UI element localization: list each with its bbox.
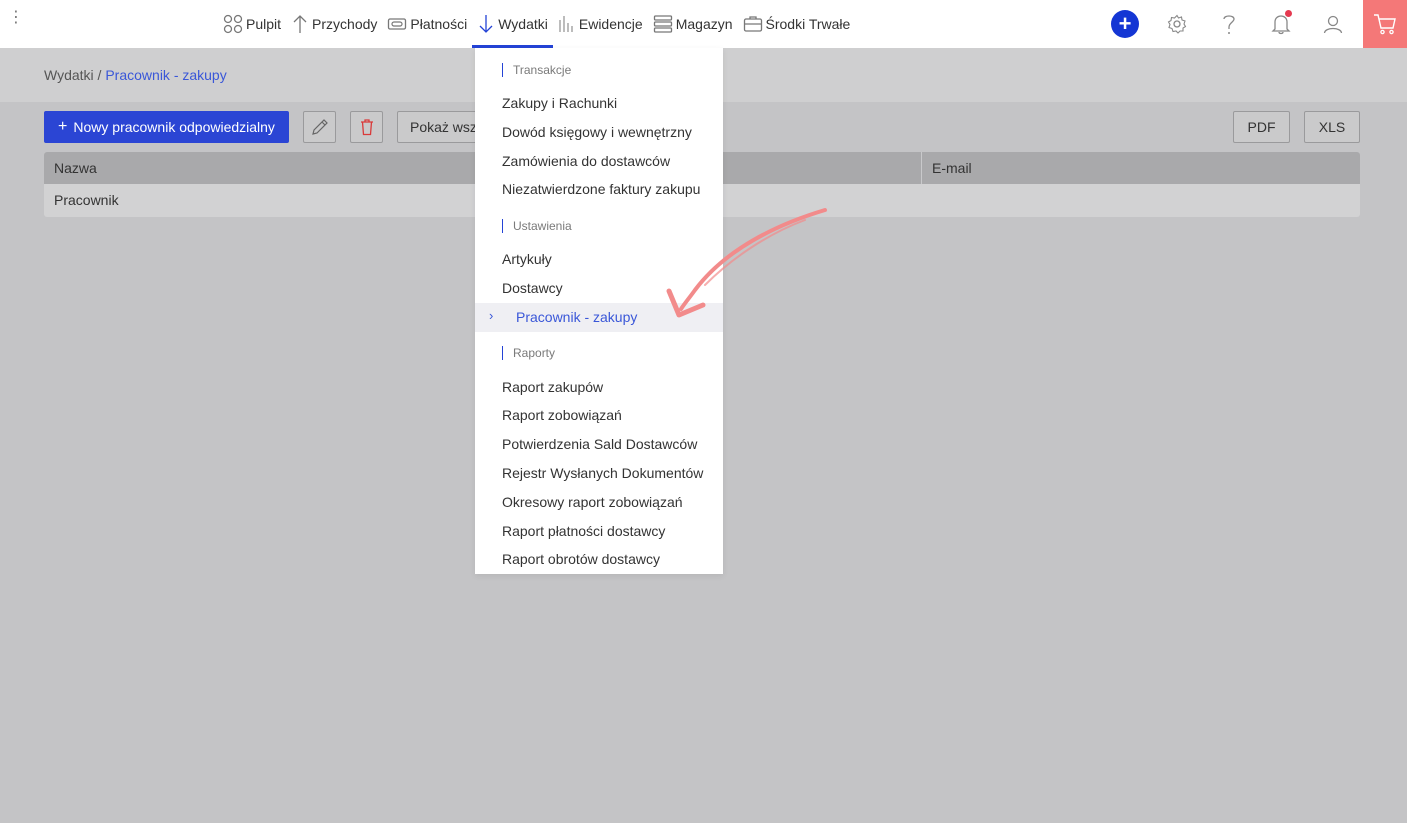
bar-chart-icon [559, 16, 573, 32]
menu-item-potwierdzenia-sald[interactable]: Potwierdzenia Sald Dostawców [502, 434, 697, 454]
nav-label: Wydatki [498, 16, 548, 32]
breadcrumb-current: Pracownik - zakupy [105, 67, 227, 83]
nav-label: Pulpit [246, 16, 282, 32]
show-all-label: Pokaż wszystkie [410, 119, 477, 135]
menu-item-niezatwierdzone-faktury[interactable]: Niezatwierdzone faktury zakupu [502, 179, 700, 199]
help-button[interactable] [1203, 0, 1255, 48]
menu-item-raport-zakupow[interactable]: Raport zakupów [502, 377, 603, 397]
nav-przychody[interactable]: Przychody [286, 0, 382, 48]
new-employee-label: Nowy pracownik odpowiedzialny [73, 119, 275, 135]
notification-dot [1285, 10, 1292, 17]
menu-item-label: Pracownik - zakupy [516, 309, 638, 325]
quick-add-button[interactable]: + [1099, 0, 1151, 48]
nav-magazyn[interactable]: Magazyn [648, 0, 738, 48]
nav-wydatki[interactable]: Wydatki [472, 0, 553, 48]
menu-item-zakupy-rachunki[interactable]: Zakupy i Rachunki [502, 93, 617, 113]
cart-icon [1374, 14, 1396, 35]
notifications-button[interactable] [1255, 0, 1307, 48]
header-actions: + [1099, 0, 1407, 48]
cart-button[interactable] [1363, 0, 1407, 48]
briefcase-icon [743, 16, 762, 32]
section-title-ustawienia: Ustawienia [502, 219, 572, 233]
money-icon [388, 18, 407, 30]
nav-ewidencje[interactable]: Ewidencje [553, 0, 648, 48]
delete-button[interactable] [350, 111, 383, 143]
kebab-menu-icon[interactable]: ⋮ [8, 10, 24, 34]
xls-label: XLS [1318, 119, 1346, 135]
column-header-name[interactable]: Nazwa [44, 152, 97, 184]
pdf-label: PDF [1247, 119, 1276, 135]
nav-label: Magazyn [675, 16, 733, 32]
pencil-icon [311, 119, 328, 135]
nav-label: Środki Trwałe [765, 16, 851, 32]
table-cell-email[interactable] [922, 184, 932, 217]
main-nav: Pulpit Przychody Płatności Wydatki Ewide… [218, 0, 855, 48]
menu-item-zamowienia[interactable]: Zamówienia do dostawców [502, 151, 670, 171]
pdf-export-button[interactable]: PDF [1233, 111, 1290, 143]
section-title-transakcje: Transakcje [502, 63, 571, 77]
breadcrumb-separator: / [93, 67, 106, 83]
nav-srodki-trwale[interactable]: Środki Trwałe [738, 0, 856, 48]
top-bar: ⋮ Pulpit Przychody Płatności Wydatki Ewi… [0, 0, 1407, 48]
edit-button[interactable] [303, 111, 336, 143]
menu-item-raport-obrotow[interactable]: Raport obrotów dostawcy [502, 549, 660, 569]
nav-platnosci[interactable]: Płatności [382, 0, 472, 48]
menu-item-raport-platnosci[interactable]: Raport płatności dostawcy [502, 521, 665, 541]
menu-item-artykuly[interactable]: Artykuły [502, 249, 552, 269]
section-title-raporty: Raporty [502, 346, 555, 360]
chevron-right-icon: › [489, 308, 494, 323]
logo [22, 4, 150, 40]
new-employee-button[interactable]: + Nowy pracownik odpowiedzialny [44, 111, 289, 143]
column-header-email[interactable]: E-mail [922, 152, 972, 184]
breadcrumb: Wydatki / Pracownik - zakupy [44, 67, 227, 83]
dashboard-icon [223, 14, 243, 34]
user-icon [1323, 15, 1343, 34]
breadcrumb-parent[interactable]: Wydatki [44, 67, 94, 83]
nav-label: Przychody [312, 16, 378, 32]
menu-item-rejestr-dokumentow[interactable]: Rejestr Wysłanych Dokumentów [502, 463, 703, 483]
nav-label: Płatności [410, 16, 468, 32]
arrow-down-icon [479, 15, 493, 33]
wydatki-dropdown-menu: Transakcje Zakupy i Rachunki Dowód księg… [475, 48, 723, 574]
trash-icon [360, 119, 373, 136]
menu-item-pracownik-zakupy[interactable]: › Pracownik - zakupy [475, 303, 723, 332]
xls-export-button[interactable]: XLS [1304, 111, 1360, 143]
menu-item-raport-zobowiazan[interactable]: Raport zobowiązań [502, 405, 622, 425]
settings-button[interactable] [1151, 0, 1203, 48]
nav-pulpit[interactable]: Pulpit [218, 0, 286, 48]
show-all-button[interactable]: Pokaż wszystkie [397, 111, 477, 143]
question-icon [1223, 15, 1235, 34]
menu-item-okresowy-raport[interactable]: Okresowy raport zobowiązań [502, 492, 683, 512]
menu-item-dostawcy[interactable]: Dostawcy [502, 278, 563, 298]
account-button[interactable] [1307, 0, 1359, 48]
arrow-up-icon [293, 15, 307, 33]
gear-icon [1167, 14, 1187, 34]
stack-icon [653, 15, 672, 33]
plus-icon: + [1111, 10, 1139, 38]
table-cell-name[interactable]: Pracownik [44, 184, 119, 217]
nav-label: Ewidencje [578, 16, 643, 32]
menu-item-dowod-ksiegowy[interactable]: Dowód księgowy i wewnętrzny [502, 122, 692, 142]
plus-icon: + [58, 118, 68, 135]
